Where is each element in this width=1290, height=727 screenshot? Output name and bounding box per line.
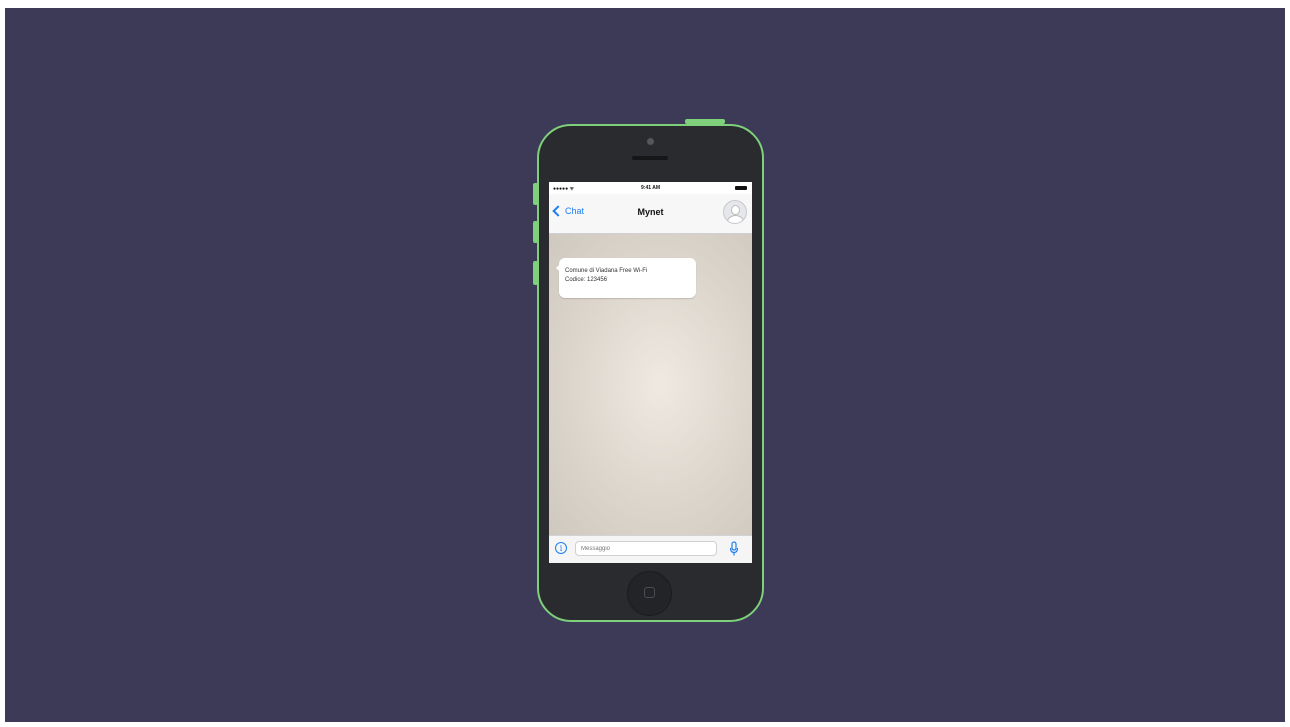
status-time: 9:41 AM <box>641 185 660 191</box>
earpiece-speaker <box>632 156 668 160</box>
navigation-bar: Chat Mynet <box>549 194 752 234</box>
message-input-bar: i <box>549 535 752 563</box>
home-square-icon <box>644 587 655 598</box>
chat-area[interactable]: Comune di Viadana Free Wi-Fi Codice: 123… <box>549 234 752 535</box>
status-bar: ●●●●● ᯤ 9:41 AM <box>549 182 752 194</box>
avatar-body <box>727 215 744 223</box>
message-line: Comune di Viadana Free Wi-Fi <box>565 268 648 274</box>
phone-screen: ●●●●● ᯤ 9:41 AM Chat Mynet Comune di Via… <box>549 182 752 563</box>
message-bubble[interactable]: Comune di Viadana Free Wi-Fi Codice: 123… <box>556 258 696 298</box>
battery-icon <box>735 186 747 190</box>
avatar-head <box>731 205 740 215</box>
message-input[interactable] <box>575 541 717 556</box>
bubble-tail <box>556 264 560 272</box>
chat-title: Mynet <box>637 207 664 217</box>
front-camera <box>647 138 654 145</box>
microphone-icon[interactable] <box>729 541 739 557</box>
info-icon[interactable]: i <box>555 542 567 554</box>
message-line: Codice: 123456 <box>565 277 608 283</box>
contact-avatar-icon[interactable] <box>723 200 747 224</box>
